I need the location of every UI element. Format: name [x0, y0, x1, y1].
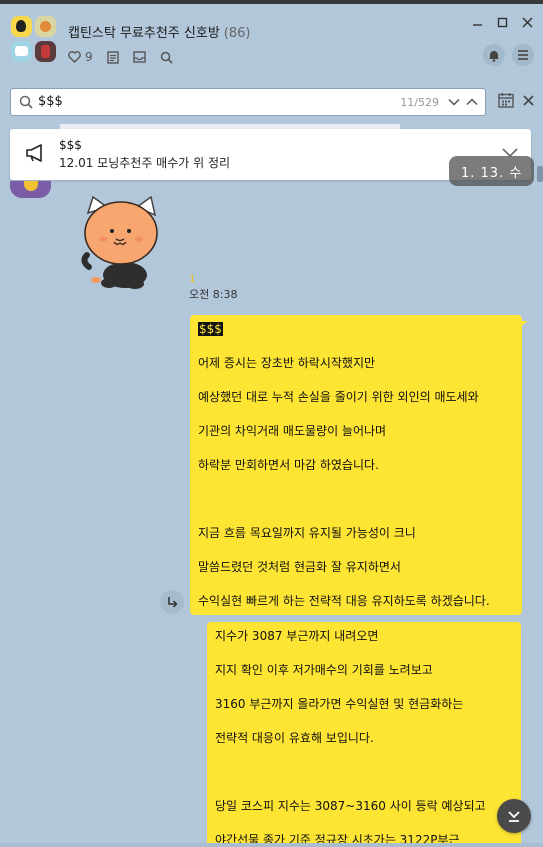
message-line: 당일 코스피 지수는 3087~3160 사이 등락 예상되고 [215, 799, 486, 813]
message-line [198, 491, 514, 525]
message-line: 하락분 만회하면서 마감 하였습니다. [198, 458, 379, 472]
close-window-button[interactable] [521, 16, 533, 28]
menu-icon [518, 50, 528, 60]
chevron-up-icon[interactable] [465, 95, 479, 109]
close-icon[interactable] [523, 95, 534, 106]
window-controls [471, 16, 533, 28]
message-line: 지수가 3087 부근까지 내려오면 [215, 629, 379, 643]
message-line: 말씀드렸던 것처럼 현금화 잘 유지하면서 [198, 560, 401, 574]
notes-button[interactable] [106, 50, 119, 64]
avatar [11, 41, 32, 62]
message-line: $$$ [198, 321, 514, 355]
search-result-counter: 11/529 [400, 96, 439, 109]
search-icon [160, 51, 173, 64]
search-button[interactable] [160, 51, 173, 64]
room-title-text: 캡틴스탁 무료추천주 신호방 [68, 26, 220, 41]
window-bottom-border [0, 843, 543, 847]
forward-icon [167, 596, 178, 608]
chat-header: 캡틴스탁 무료추천주 신호방 (86) 9 [0, 4, 543, 82]
date-indicator: 1. 13. 수 [449, 156, 535, 186]
notice-title: $$$ [59, 138, 82, 152]
avatar [35, 41, 56, 62]
member-count: (86) [223, 26, 251, 41]
room-title: 캡틴스탁 무료추천주 신호방 (86) [68, 22, 250, 41]
message-line: 전략적 대응이 유효해 보입니다. [215, 731, 374, 745]
cat-sticker [81, 195, 158, 289]
search-icon [19, 95, 33, 109]
share-button[interactable] [160, 590, 184, 614]
my-message-bubble[interactable]: 지수가 3087 부근까지 내려오면 지지 확인 이후 저가매수의 기회를 노려… [207, 622, 521, 847]
message-line: 지지 확인 이후 저가매수의 기회를 노려보고 [215, 663, 433, 677]
inbox-button[interactable] [132, 51, 146, 63]
notes-icon [106, 50, 119, 64]
heart-icon [68, 51, 81, 63]
minimize-icon [472, 23, 482, 26]
message-time: 오전 8:38 [189, 288, 238, 301]
minimize-button[interactable] [471, 16, 483, 28]
message-search-field[interactable]: $$$ 11/529 [10, 88, 486, 116]
maximize-button[interactable] [496, 16, 508, 28]
chevron-down-icon[interactable] [447, 95, 461, 109]
avatar [11, 16, 32, 37]
avatar[interactable] [10, 181, 51, 198]
message-line: 어제 증시는 장초반 하락시작했지만 [198, 356, 376, 370]
scrollbar-thumb[interactable] [537, 166, 543, 182]
megaphone-icon [26, 144, 42, 162]
search-query[interactable]: $$$ [38, 94, 63, 109]
message-line: 지금 흐름 목요일까지 유지될 가능성이 크니 [198, 526, 416, 540]
message-line: 3160 부근까지 올라가면 수익실현 및 현금화하는 [215, 697, 464, 711]
message-line [215, 764, 513, 798]
unread-count: 1 [189, 274, 196, 285]
chevron-down-icon [508, 811, 520, 822]
bell-icon [489, 50, 499, 62]
notice-text: 12.01 모닝추천주 매수가 위 정리 [59, 156, 231, 170]
like-count: 9 [85, 50, 93, 64]
like-button[interactable]: 9 [68, 50, 93, 64]
message-line: 기관의 차익거래 매도물량이 늘어나며 [198, 424, 387, 438]
calendar-icon[interactable] [498, 92, 514, 108]
room-avatar-group[interactable] [11, 16, 57, 64]
notification-button[interactable] [483, 44, 505, 66]
inbox-icon [132, 51, 146, 63]
maximize-icon [497, 17, 507, 27]
room-toolbar: 9 [68, 48, 173, 66]
search-highlight: $$$ [198, 322, 223, 336]
my-message-bubble[interactable]: $$$ 어제 증시는 장초반 하락시작했지만 예상했던 대로 누적 손실을 줄이… [190, 315, 528, 615]
close-icon [522, 17, 532, 27]
message-line: 예상했던 대로 누적 손실을 줄이기 위한 외인의 매도세와 [198, 390, 479, 404]
menu-button[interactable] [512, 44, 534, 66]
avatar [35, 16, 56, 37]
scroll-to-bottom-button[interactable] [497, 799, 531, 833]
